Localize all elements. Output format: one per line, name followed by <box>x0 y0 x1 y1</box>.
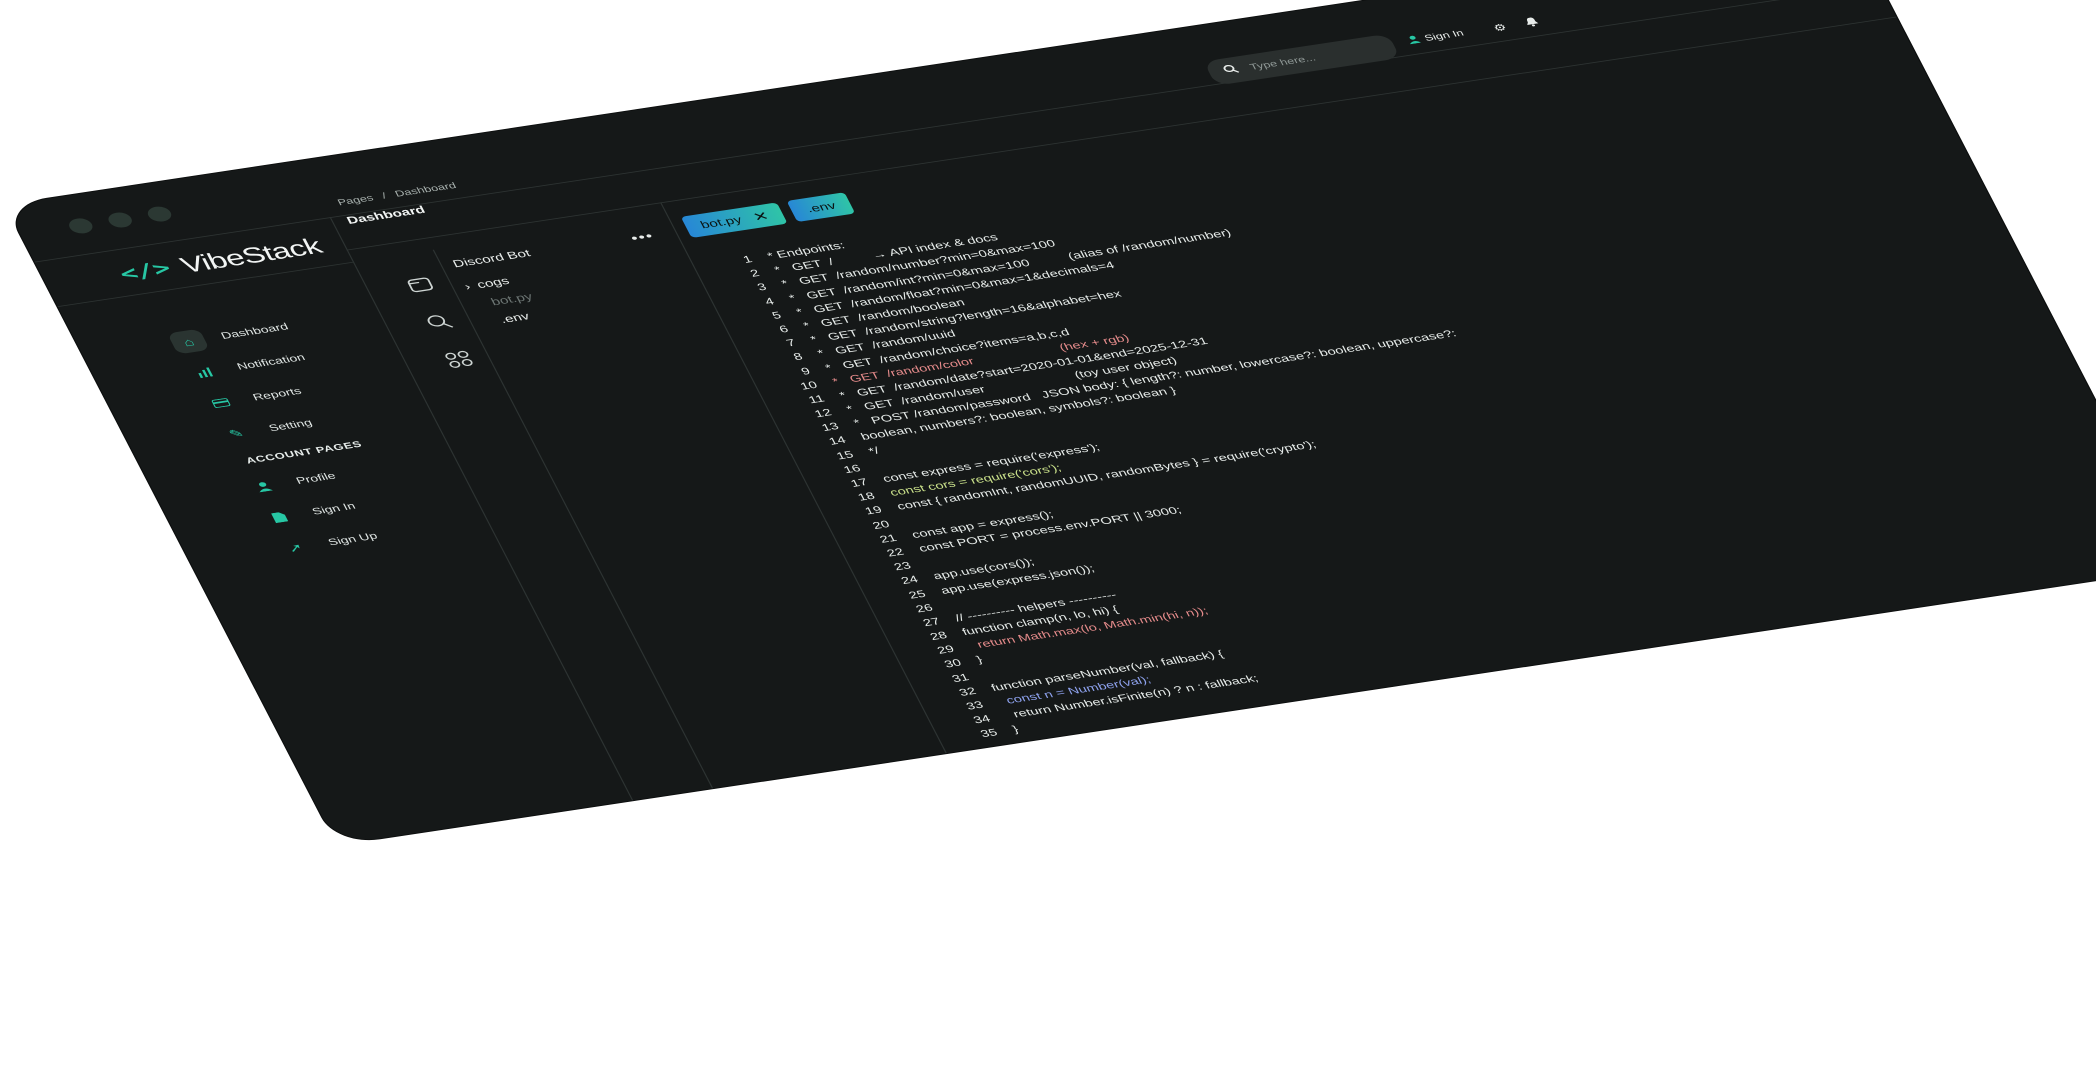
bar-chart-icon <box>183 359 226 385</box>
sidebar-item-label: Sign In <box>310 501 358 518</box>
app-window: </> VibeStack ⌂ Dashboard Notification R… <box>5 0 2096 845</box>
search-icon[interactable] <box>418 309 461 335</box>
sidebar-item-label: Sign Up <box>326 531 380 548</box>
person-icon <box>1405 34 1423 46</box>
wrench-icon: ✎ <box>226 426 247 441</box>
code-editor[interactable]: 1 * Endpoints: 2 * GET / → API index & do… <box>717 162 1619 747</box>
chevron-right-icon: › <box>462 280 473 293</box>
bell-icon[interactable] <box>1523 17 1541 30</box>
brand-name: VibeStack <box>175 232 327 278</box>
credit-card-icon <box>199 390 242 416</box>
sidebar-item-label: Notification <box>235 352 308 373</box>
close-icon[interactable]: ✕ <box>750 208 772 224</box>
sidebar-item-label: Setting <box>267 417 315 434</box>
tab-env[interactable]: .env <box>787 192 856 222</box>
sidebar-item-label: Dashboard <box>219 321 291 342</box>
sidebar-item-label: Reports <box>251 386 304 403</box>
tab-label: bot.py <box>698 213 745 231</box>
extensions-icon[interactable] <box>438 346 481 372</box>
page-title: Dashboard <box>344 203 428 227</box>
window-controls <box>65 205 175 235</box>
signin-link[interactable]: Sign In <box>1405 28 1466 47</box>
search-icon <box>1221 62 1242 79</box>
gear-icon[interactable]: ⚙ <box>1491 22 1509 34</box>
search-box[interactable] <box>1203 33 1401 86</box>
breadcrumb-root[interactable]: Pages <box>336 194 376 208</box>
signin-label: Sign In <box>1422 28 1466 44</box>
home-icon: ⌂ <box>167 328 210 355</box>
tree-item-label: cogs <box>474 274 512 291</box>
breadcrumb: Pages / Dashboard <box>336 181 458 208</box>
window-dot-close[interactable] <box>65 216 96 235</box>
breadcrumb-separator: / <box>380 191 389 202</box>
window-dot-maximize[interactable] <box>144 205 175 224</box>
sidebar-item-label: Profile <box>294 470 338 487</box>
brand-logo-icon: </> <box>115 257 176 286</box>
tree-item-label: .env <box>497 310 532 326</box>
tab-bot-py[interactable]: bot.py ✕ <box>680 202 789 238</box>
brand[interactable]: </> VibeStack <box>115 233 327 288</box>
files-icon[interactable] <box>399 272 442 298</box>
person-icon <box>242 474 285 500</box>
search-input[interactable] <box>1245 41 1391 74</box>
editor-tabs: bot.py ✕ .env <box>680 192 856 238</box>
window-dot-minimize[interactable] <box>105 211 136 229</box>
document-icon <box>258 504 301 530</box>
tab-label: .env <box>804 199 839 215</box>
breadcrumb-current: Dashboard <box>393 181 459 200</box>
rocket-icon: ➚ <box>285 540 306 555</box>
file-tree: Discord Bot ••• › cogs bot.py .env <box>450 227 697 331</box>
